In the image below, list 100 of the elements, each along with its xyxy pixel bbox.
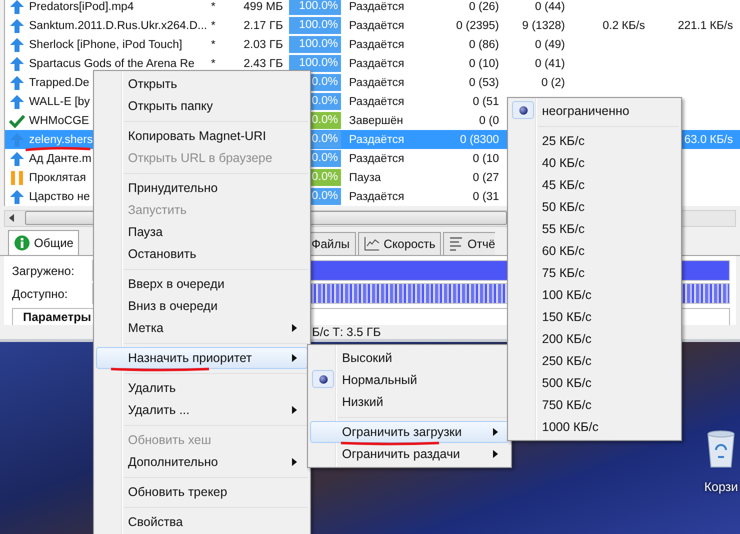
torrent-name[interactable]: WHMoCGE <box>29 114 90 126</box>
menu-item[interactable]: 1000 КБ/с <box>510 416 679 438</box>
submenu-arrow-icon <box>292 458 297 466</box>
submenu-arrow-icon <box>493 450 498 458</box>
menu-item[interactable]: 500 КБ/с <box>510 372 679 394</box>
up-arrow-icon <box>9 74 25 90</box>
menu-item[interactable]: 25 КБ/с <box>510 130 679 152</box>
size-cell: 499 МБ <box>243 0 283 12</box>
menu-item[interactable]: 150 КБ/с <box>510 306 679 328</box>
seeds-cell: 0 (8300 <box>460 134 499 146</box>
menu-item[interactable]: Назначить приоритет <box>96 347 308 369</box>
submenu-arrow-icon <box>292 324 297 332</box>
torrent-name[interactable]: Sanktum.2011.D.Rus.Ukr.x264.D... <box>29 20 208 32</box>
field-label: Загружено: <box>12 264 76 278</box>
peers-cell: 0 (2) <box>541 76 565 88</box>
up-arrow-icon <box>9 0 25 14</box>
download-speed-cell: 0.2 КБ/s <box>602 20 645 32</box>
menu-item[interactable]: 50 КБ/с <box>510 196 679 218</box>
torrent-name[interactable]: Ад Данте.m <box>29 152 92 164</box>
field-label: Доступно: <box>12 286 69 300</box>
menu-item[interactable]: 55 КБ/с <box>510 218 679 240</box>
up-arrow-icon <box>9 18 25 34</box>
status-text: Б/с Т: 3.5 ГБ <box>312 325 381 339</box>
status-cell: Раздаётся <box>349 134 404 146</box>
menu-item[interactable]: Метка <box>96 317 308 339</box>
up-arrow-icon <box>9 132 25 148</box>
status-cell: Раздаётся <box>349 20 404 32</box>
progress-cell: 100.0% <box>289 55 341 72</box>
desktop-icon-label[interactable]: Корзи <box>704 480 738 494</box>
seeds-cell: 0 (26) <box>468 0 499 12</box>
menu-item[interactable]: 75 КБ/с <box>510 262 679 284</box>
torrent-name[interactable]: Spartacus Gods of the Arena Re <box>29 58 195 70</box>
menu-item[interactable]: Ограничить загрузки <box>310 421 509 443</box>
progress-cell: 100.0% <box>289 36 341 53</box>
menu-item[interactable]: 750 КБ/с <box>510 394 679 416</box>
menu-item[interactable]: Низкий <box>310 391 509 413</box>
line-chart-icon <box>364 237 380 251</box>
info-icon <box>14 235 30 251</box>
progress-cell: 100.0% <box>289 17 341 34</box>
menu-item[interactable]: неограниченно <box>510 100 679 122</box>
submenu-arrow-icon <box>292 354 297 362</box>
menu-item[interactable]: Вниз в очереди <box>96 295 308 317</box>
status-cell: Завершён <box>349 114 404 126</box>
up-arrow-icon <box>9 56 25 72</box>
peers-cell: 0 (44) <box>534 0 565 12</box>
menu-item[interactable]: Пауза <box>96 221 308 243</box>
seeds-cell: 0 (53) <box>468 76 499 88</box>
submenu-arrow-icon <box>493 428 498 436</box>
torrent-name[interactable]: Sherlock [iPhone, iPod Touch] <box>29 38 182 50</box>
torrent-name[interactable]: Проклятая <box>29 172 86 184</box>
group-title: Параметры <box>23 310 92 324</box>
star-marker: * <box>211 58 216 70</box>
tab[interactable]: Скорость <box>358 232 442 255</box>
torrent-name[interactable]: Trapped.De <box>29 76 90 88</box>
menu-item[interactable]: 40 КБ/с <box>510 152 679 174</box>
status-cell: Раздаётся <box>349 58 404 70</box>
size-cell: 2.03 ГБ <box>244 38 283 50</box>
check-icon <box>9 114 25 128</box>
menu-item[interactable]: Ограничить раздачи <box>310 443 509 465</box>
menu-item[interactable]: 200 КБ/с <box>510 328 679 350</box>
menu-item[interactable]: Обновить трекер <box>96 481 308 503</box>
upload-speed-cell: 63.0 КБ/s <box>684 134 733 146</box>
peers-cell: 0 (49) <box>534 38 565 50</box>
progress-cell: 100.0% <box>289 0 341 15</box>
torrent-name[interactable]: Царство не <box>29 190 90 202</box>
seeds-cell: 0 (27 <box>472 172 499 184</box>
up-arrow-icon <box>9 94 25 110</box>
star-marker: * <box>211 38 216 50</box>
menu-item[interactable]: 100 КБ/с <box>510 284 679 306</box>
left-arrow-icon[interactable] <box>9 214 15 222</box>
star-marker: * <box>211 0 216 12</box>
upload-speed-cell: 221.1 КБ/s <box>678 20 733 32</box>
status-cell: Раздаётся <box>349 190 404 202</box>
tab[interactable]: Общие <box>8 230 80 255</box>
tab[interactable]: Отчё <box>443 232 496 255</box>
peers-cell: 9 (1328) <box>522 20 565 32</box>
pause-icon <box>10 170 24 186</box>
menu-item[interactable]: Нормальный <box>310 369 509 391</box>
menu-item[interactable]: Остановить <box>96 243 308 265</box>
torrent-name[interactable]: WALL-E [by <box>29 96 90 108</box>
status-cell: Раздаётся <box>349 38 404 50</box>
submenu-arrow-icon <box>292 406 297 414</box>
menu-item[interactable]: 45 КБ/с <box>510 174 679 196</box>
seeds-cell: 0 (0 <box>479 114 499 126</box>
status-cell: Пауза <box>349 172 381 184</box>
menu-item[interactable]: Удалить <box>96 377 308 399</box>
menu-item[interactable]: Свойства <box>96 511 308 533</box>
menu-item[interactable]: Вверх в очереди <box>96 273 308 295</box>
seeds-cell: 0 (10 <box>472 152 499 164</box>
menu-item[interactable]: 60 КБ/с <box>510 240 679 262</box>
size-cell: 2.17 ГБ <box>244 20 283 32</box>
menu-item[interactable]: Дополнительно <box>96 451 308 473</box>
menu-item[interactable]: 250 КБ/с <box>510 350 679 372</box>
menu-item[interactable]: Удалить ... <box>96 399 308 421</box>
status-cell: Раздаётся <box>349 152 404 164</box>
torrent-name[interactable]: Predators[iPod].mp4 <box>29 0 134 12</box>
status-cell: Раздаётся <box>349 0 404 12</box>
menu-item[interactable]: Высокий <box>310 347 509 369</box>
seeds-cell: 0 (86) <box>468 38 499 50</box>
recycle-bin-icon[interactable] <box>706 430 736 468</box>
